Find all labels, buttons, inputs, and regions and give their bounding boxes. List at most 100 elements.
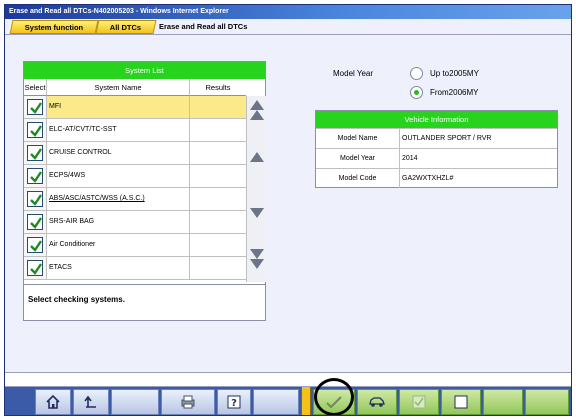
- system-row[interactable]: ETACS: [24, 257, 246, 280]
- system-name[interactable]: CRUISE CONTROL: [47, 142, 190, 164]
- radio-up-to-2005[interactable]: [410, 67, 423, 80]
- scroll-step-down-arrow[interactable]: [250, 208, 264, 218]
- system-result: [190, 142, 246, 164]
- status-message: Select checking systems.: [24, 284, 265, 320]
- deselect-all-button[interactable]: [441, 389, 481, 415]
- system-rows: MFI ELC-AT/CVT/TC-SST CRUISE CONTROL ECPS/4…: [24, 96, 246, 280]
- help-button[interactable]: ?: [217, 389, 251, 415]
- ie-window: Erase and Read all DTCs-N402005203 - Win…: [4, 4, 572, 416]
- breadcrumb-current: Erase and Read all DTCs: [159, 22, 248, 31]
- vehicle-button[interactable]: [357, 389, 397, 415]
- blank-button[interactable]: [111, 389, 159, 415]
- select-cell: [24, 234, 47, 256]
- system-result: [190, 188, 246, 210]
- system-name[interactable]: ECPS/4WS: [47, 165, 190, 187]
- window-title: Erase and Read all DTCs-N402005203 - Win…: [5, 5, 571, 19]
- checkmark-icon: [30, 102, 42, 114]
- status-strip: [5, 372, 571, 387]
- radio-from-2006-label: From2006MY: [430, 88, 479, 97]
- system-row[interactable]: CRUISE CONTROL: [24, 142, 246, 165]
- checkbox-empty-icon: [454, 395, 468, 409]
- system-checkbox[interactable]: [27, 237, 43, 253]
- home-button[interactable]: [35, 389, 71, 415]
- system-checkbox[interactable]: [27, 145, 43, 161]
- system-name[interactable]: Air Conditioner: [47, 234, 190, 256]
- breadcrumb-all-dtcs-label: All DTCs: [110, 23, 142, 32]
- system-result: [190, 165, 246, 187]
- select-cell: [24, 142, 47, 164]
- select-all-button[interactable]: [399, 389, 439, 415]
- system-checkbox[interactable]: [27, 99, 43, 115]
- system-checkbox[interactable]: [27, 168, 43, 184]
- vehicle-row-model-name: Model Name OUTLANDER SPORT / RVR: [316, 128, 557, 148]
- vehicle-info-title: Vehicle Information: [316, 111, 557, 128]
- select-cell: [24, 119, 47, 141]
- scroll-page-up-arrow[interactable]: [250, 110, 264, 120]
- checkmark-icon: [30, 263, 42, 275]
- system-list-panel: System List Select System Name Results M…: [23, 61, 266, 321]
- select-cell: [24, 211, 47, 233]
- checkmark-icon: [30, 125, 42, 137]
- help-icon: ?: [227, 395, 241, 409]
- back-button[interactable]: [73, 389, 109, 415]
- breadcrumb-all-dtcs[interactable]: All DTCs: [95, 20, 157, 34]
- vehicle-label: Model Name: [316, 129, 400, 148]
- back-icon: [84, 395, 96, 408]
- system-name[interactable]: ELC-AT/CVT/TC-SST: [47, 119, 190, 141]
- system-name[interactable]: SRS-AIR BAG: [47, 211, 190, 233]
- column-header-select: Select: [24, 79, 47, 96]
- model-year-label: Model Year: [333, 69, 374, 78]
- vehicle-value: OUTLANDER SPORT / RVR: [402, 135, 492, 142]
- system-row[interactable]: ECPS/4WS: [24, 165, 246, 188]
- system-result: [190, 211, 246, 233]
- breadcrumb-system-function[interactable]: System function: [9, 20, 99, 34]
- system-row[interactable]: ABS/ASC/ASTC/WSS (A.S.C.): [24, 188, 246, 211]
- blank-button-2[interactable]: [253, 389, 299, 415]
- system-list-scrollbar[interactable]: [246, 96, 266, 282]
- system-result: [190, 96, 246, 118]
- toolbar-separator: [301, 387, 311, 415]
- system-name[interactable]: ABS/ASC/ASTC/WSS (A.S.C.): [47, 188, 190, 210]
- scroll-up-arrow[interactable]: [250, 100, 264, 110]
- checkmark-icon: [30, 240, 42, 252]
- system-name[interactable]: MFI: [47, 96, 190, 118]
- system-list-title: System List: [24, 62, 265, 79]
- breadcrumb-system-function-label: System function: [24, 23, 83, 32]
- select-cell: [24, 188, 47, 210]
- checkbox-checked-icon: [412, 395, 426, 409]
- system-checkbox[interactable]: [27, 191, 43, 207]
- scroll-down-arrow[interactable]: [250, 259, 264, 269]
- system-name[interactable]: ETACS: [47, 257, 190, 279]
- svg-text:?: ?: [231, 398, 237, 409]
- print-button[interactable]: [161, 389, 215, 415]
- vehicle-label: Model Year: [316, 149, 400, 168]
- checkmark-icon: [30, 171, 42, 183]
- scroll-step-up-arrow[interactable]: [250, 152, 264, 162]
- system-result: [190, 234, 246, 256]
- print-icon: [181, 395, 195, 409]
- system-checkbox[interactable]: [27, 214, 43, 230]
- select-cell: [24, 257, 47, 279]
- highlight-circle: [314, 378, 354, 415]
- radio-from-2006[interactable]: [410, 86, 423, 99]
- system-row[interactable]: MFI: [24, 96, 246, 119]
- breadcrumb: System function All DTCs Erase and Read …: [5, 20, 571, 35]
- radio-up-to-2005-label: Up to2005MY: [430, 69, 479, 78]
- system-checkbox[interactable]: [27, 122, 43, 138]
- system-result: [190, 119, 246, 141]
- select-cell: [24, 165, 47, 187]
- home-icon: [46, 394, 60, 409]
- blank-button-4[interactable]: [525, 389, 569, 415]
- system-row[interactable]: Air Conditioner: [24, 234, 246, 257]
- breadcrumb-divider: [5, 34, 571, 35]
- vehicle-label: Model Code: [316, 169, 400, 188]
- system-row[interactable]: SRS-AIR BAG: [24, 211, 246, 234]
- vehicle-row-model-year: Model Year 2014: [316, 148, 557, 168]
- vehicle-value: 2014: [402, 155, 418, 162]
- vehicle-value: GA2WXTXHZL#: [402, 175, 454, 182]
- system-checkbox[interactable]: [27, 260, 43, 276]
- system-row[interactable]: ELC-AT/CVT/TC-SST: [24, 119, 246, 142]
- scroll-page-down-arrow[interactable]: [250, 249, 264, 259]
- blank-button-3[interactable]: [483, 389, 523, 415]
- vehicle-icon: [369, 397, 385, 407]
